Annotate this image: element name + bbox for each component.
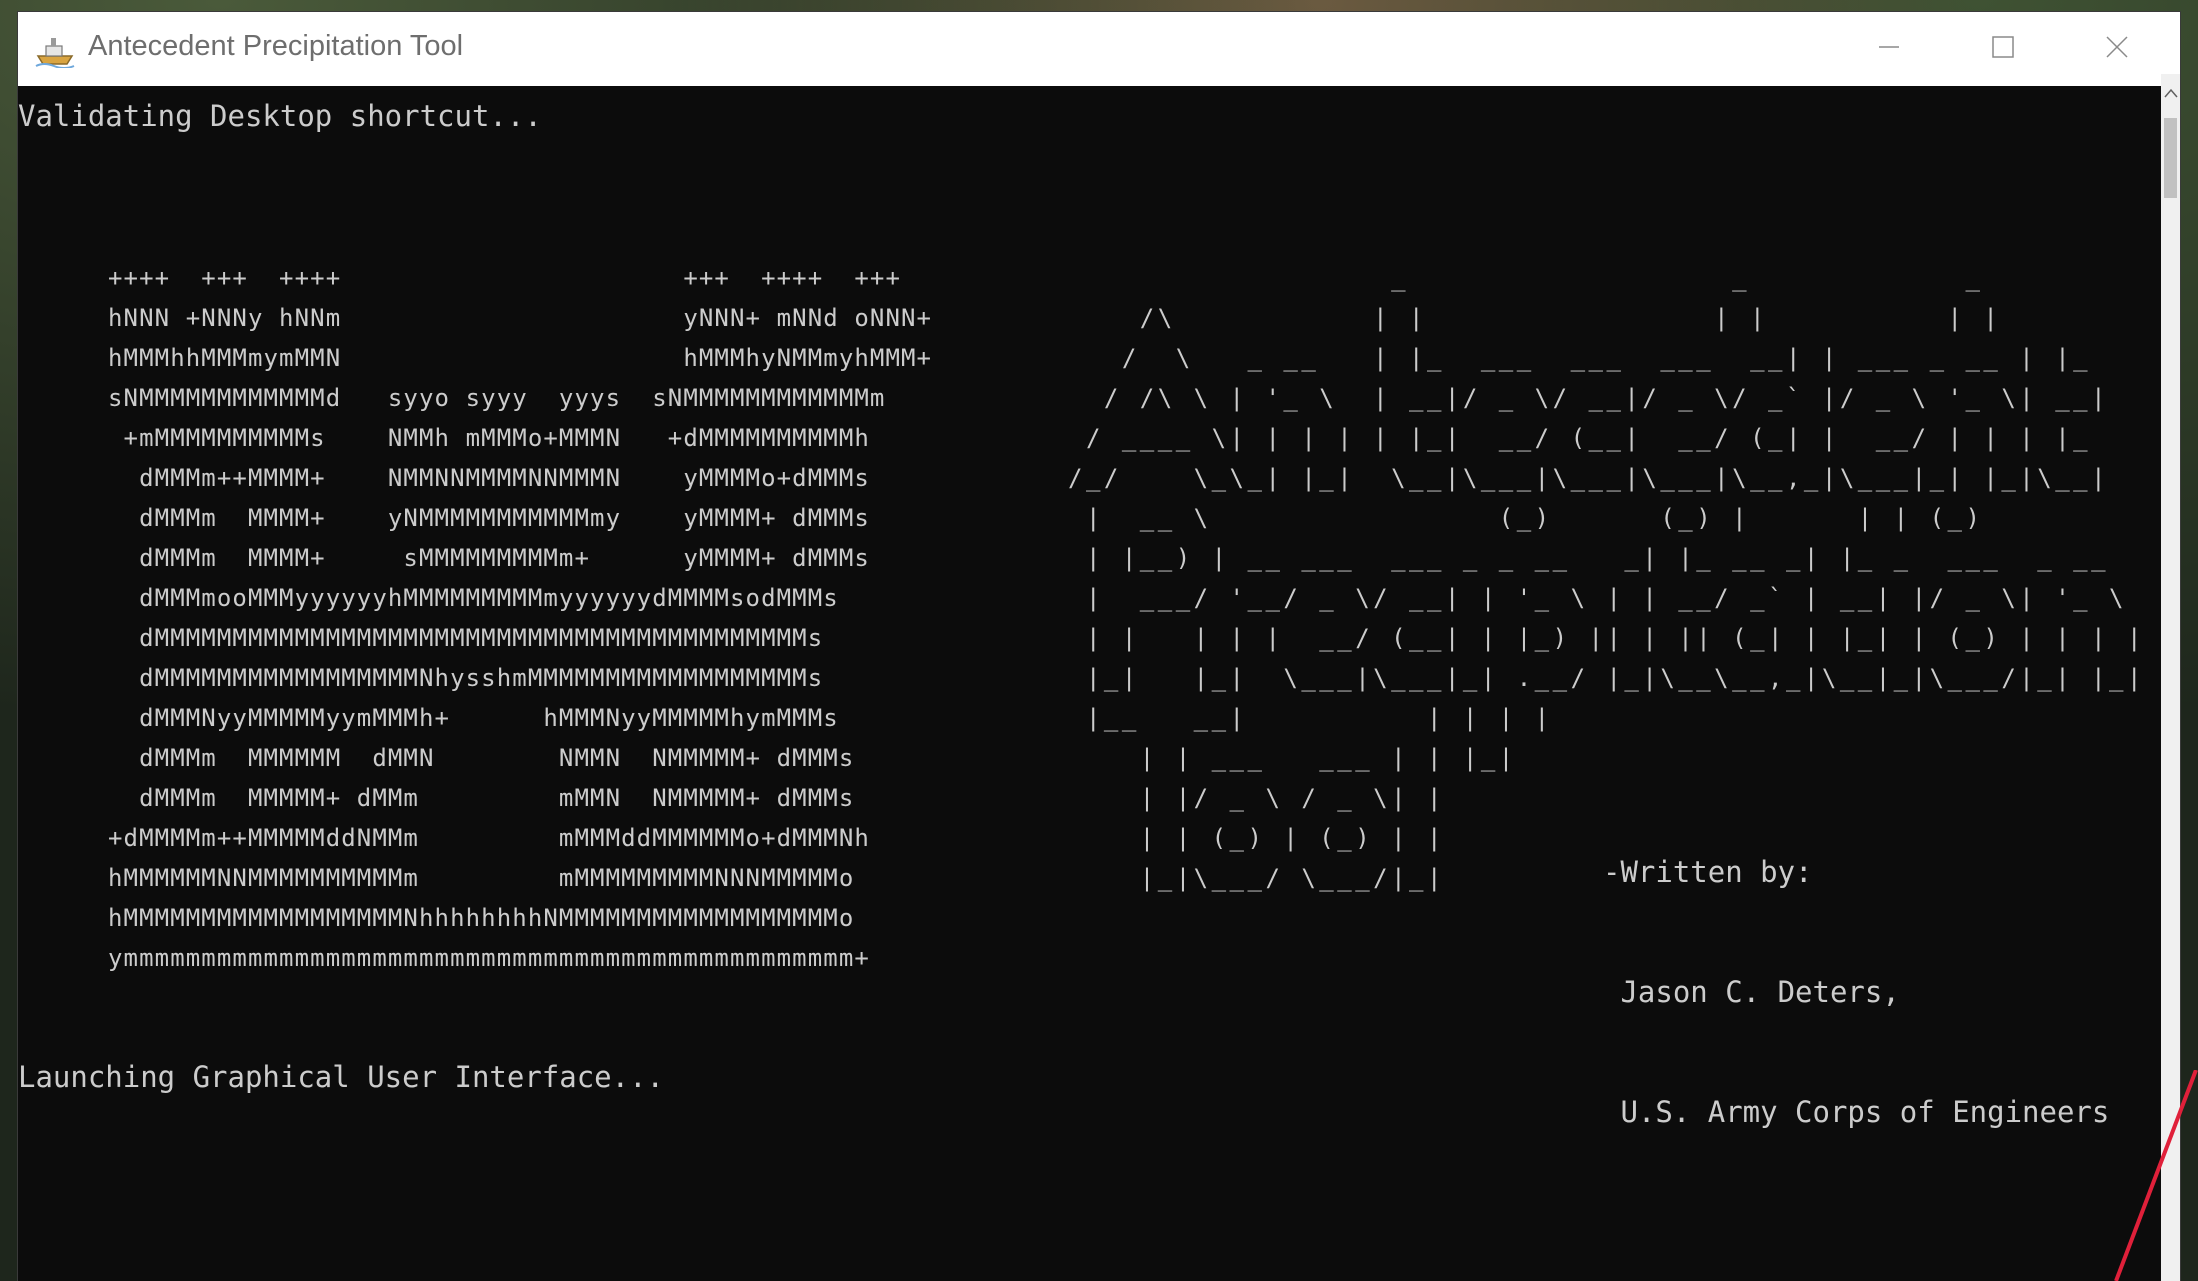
- maximize-icon: [1991, 35, 2015, 63]
- window-title: Antecedent Precipitation Tool: [88, 30, 464, 62]
- console-output[interactable]: Validating Desktop shortcut... ++++ +++ …: [18, 86, 2179, 1281]
- status-line-launching: Launching Graphical User Interface...: [18, 1060, 665, 1094]
- credit-written-by: -Written by:: [1603, 855, 1813, 889]
- maximize-button[interactable]: [1946, 12, 2060, 86]
- scroll-up-arrow-icon[interactable]: [2161, 74, 2180, 112]
- close-button[interactable]: [2060, 12, 2174, 86]
- app-ship-icon[interactable]: [34, 32, 76, 69]
- credits-block: -Written by: Jason C. Deters, U.S. Army …: [1603, 772, 2109, 1212]
- console-window[interactable]: Antecedent Precipitation Tool Validating…: [18, 12, 2180, 1281]
- red-annotation-line: [2114, 1070, 2198, 1281]
- minimize-icon: [1878, 36, 1900, 62]
- close-icon: [2105, 35, 2129, 63]
- usace-ascii-logo: ++++ +++ ++++ +++ ++++ +++ hNNN +NNNy hN…: [108, 264, 933, 972]
- minimize-button[interactable]: [1832, 12, 1946, 86]
- credit-author: Jason C. Deters,: [1603, 975, 1900, 1009]
- title-bar[interactable]: Antecedent Precipitation Tool: [18, 12, 2180, 86]
- status-line-validating: Validating Desktop shortcut...: [18, 99, 542, 133]
- credit-organization: U.S. Army Corps of Engineers: [1603, 1095, 2110, 1129]
- scroll-thumb[interactable]: [2164, 118, 2177, 198]
